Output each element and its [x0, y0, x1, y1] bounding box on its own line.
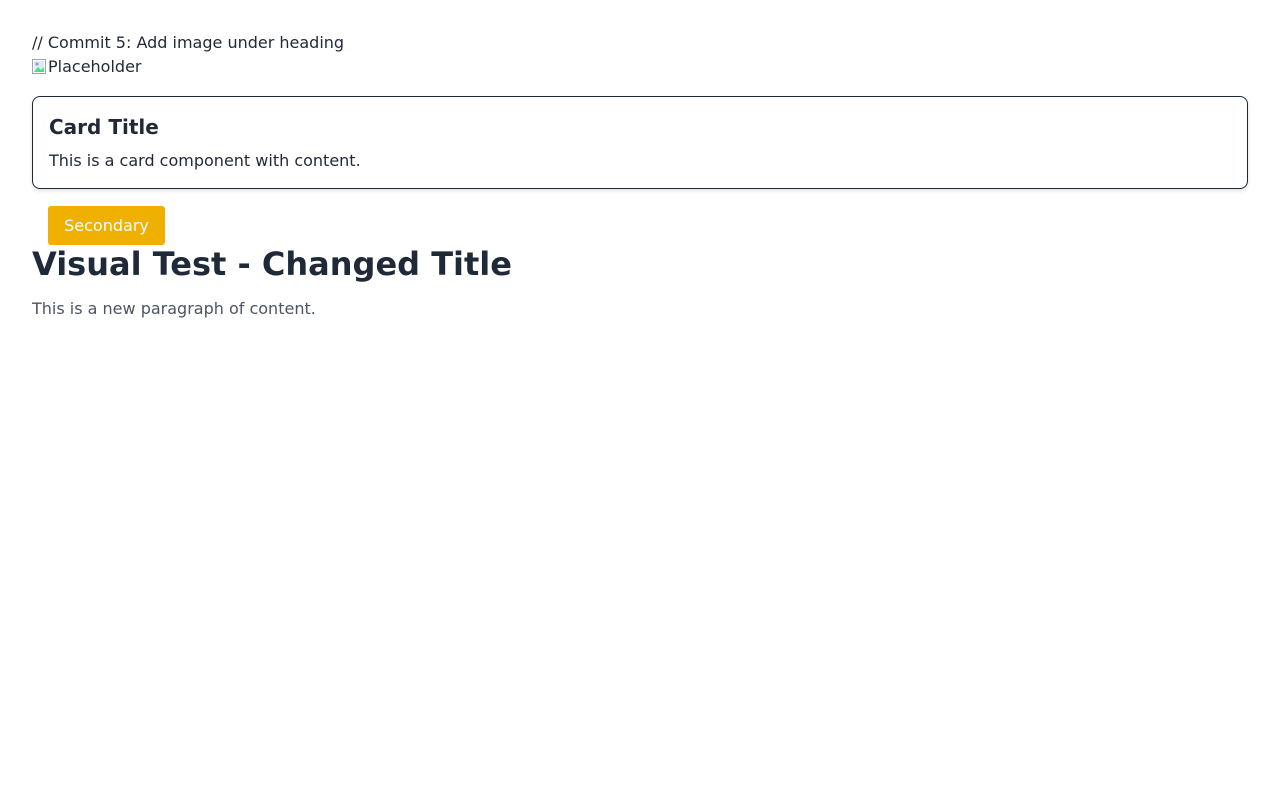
commit-comment-text: // Commit 5: Add image under heading	[32, 33, 345, 52]
broken-image-icon	[32, 59, 48, 75]
card: Card Title This is a card component with…	[32, 96, 1248, 189]
placeholder-image-alt-text: Placeholder	[48, 57, 142, 76]
card-title: Card Title	[49, 115, 159, 139]
page: // Commit 5: Add image under heading Pla…	[0, 0, 1280, 800]
content-paragraph: This is a new paragraph of content.	[32, 299, 316, 318]
secondary-button[interactable]: Secondary	[48, 206, 165, 245]
placeholder-image: Placeholder	[32, 57, 142, 77]
card-body-text: This is a card component with content.	[49, 151, 361, 170]
page-title: Visual Test - Changed Title	[32, 245, 512, 283]
